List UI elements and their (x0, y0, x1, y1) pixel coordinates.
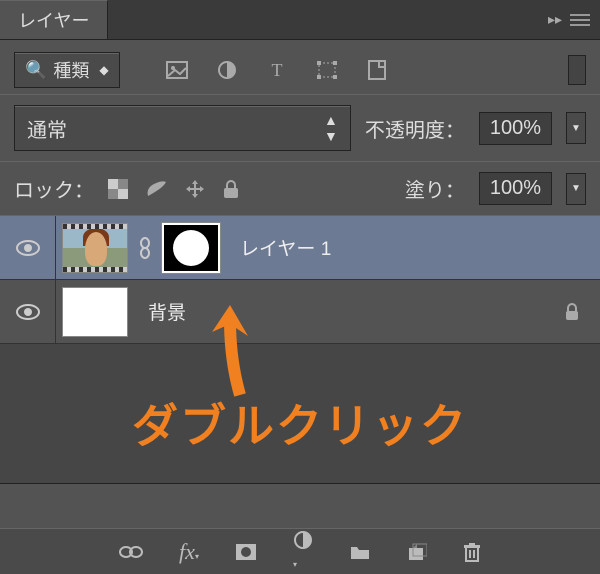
add-mask-icon[interactable] (235, 543, 257, 561)
filter-row: 🔍 種類 ◆ T (0, 40, 600, 94)
opacity-value[interactable]: 100% (479, 112, 552, 145)
filter-type-select[interactable]: 🔍 種類 ◆ (14, 52, 120, 88)
filter-toggle[interactable] (568, 55, 586, 85)
layer-row[interactable]: レイヤー 1 (0, 216, 600, 280)
fx-icon[interactable]: fx▾ (179, 539, 199, 565)
layers-tab[interactable]: レイヤー (0, 0, 108, 39)
svg-text:T: T (271, 60, 282, 80)
fill-label: 塗り： (405, 174, 465, 203)
image-filter-icon[interactable] (164, 57, 190, 83)
layer-thumbnail[interactable] (62, 287, 128, 337)
filter-icons: T (164, 57, 390, 83)
search-icon: 🔍 (25, 60, 47, 81)
link-mask-icon[interactable] (138, 237, 152, 259)
smartobject-filter-icon[interactable] (364, 57, 390, 83)
layer-name[interactable]: レイヤー 1 (240, 234, 331, 261)
lock-row: ロック： 塗り： 100% ▼ (0, 161, 600, 215)
panel-tab-bar: レイヤー ▸▸ (0, 0, 600, 40)
opacity-dropdown-icon[interactable]: ▼ (566, 112, 586, 144)
adjustment-layer-icon[interactable]: ▾ (293, 530, 313, 573)
new-group-icon[interactable] (349, 543, 371, 561)
lock-transparency-icon[interactable] (108, 179, 128, 199)
fill-value[interactable]: 100% (479, 172, 552, 205)
layers-list: レイヤー 1 背景 (0, 215, 600, 344)
blend-mode-select[interactable]: 通常 ▲▼ (14, 105, 351, 151)
opacity-label: 不透明度： (365, 114, 465, 143)
eye-icon (16, 240, 40, 256)
panel-menu-icon[interactable] (570, 13, 590, 27)
lock-move-icon[interactable] (184, 178, 206, 200)
chevron-updown-icon: ▲▼ (324, 112, 338, 144)
eye-icon (16, 304, 40, 320)
layer-thumbnail[interactable] (62, 223, 128, 273)
blend-row: 通常 ▲▼ 不透明度： 100% ▼ (0, 94, 600, 161)
adjustment-filter-icon[interactable] (214, 57, 240, 83)
fill-dropdown-icon[interactable]: ▼ (566, 173, 586, 205)
link-layers-icon[interactable] (119, 545, 143, 559)
layer-name[interactable]: 背景 (148, 298, 186, 325)
text-filter-icon[interactable]: T (264, 57, 290, 83)
panel-collapse-arrows[interactable]: ▸▸ (548, 11, 562, 28)
shape-filter-icon[interactable] (314, 57, 340, 83)
layer-mask-thumbnail[interactable] (162, 223, 220, 273)
visibility-toggle[interactable] (0, 280, 56, 343)
lock-all-icon[interactable] (222, 179, 240, 199)
layers-empty-area (0, 344, 600, 484)
filter-label: 種類 (53, 57, 89, 83)
lock-icon (564, 303, 580, 321)
lock-label: ロック： (14, 174, 94, 203)
chevron-down-icon: ◆ (99, 63, 108, 77)
new-layer-icon[interactable] (407, 542, 427, 562)
visibility-toggle[interactable] (0, 216, 56, 279)
blend-mode-label: 通常 (27, 114, 67, 143)
lock-paint-icon[interactable] (144, 178, 168, 200)
delete-layer-icon[interactable] (463, 542, 481, 562)
bottom-toolbar: fx▾ ▾ (0, 528, 600, 574)
layer-row[interactable]: 背景 (0, 280, 600, 344)
